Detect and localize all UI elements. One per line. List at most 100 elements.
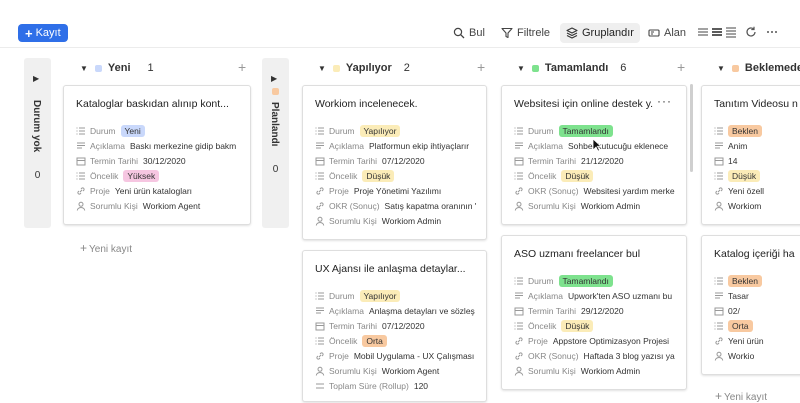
add-card-icon[interactable]: +	[477, 59, 485, 75]
field-row-durum: Durum Yeni	[76, 124, 145, 138]
link-icon	[715, 187, 723, 195]
record-card[interactable]: ASO uzmanı freelancer bul Durum Tamamlan…	[501, 235, 687, 390]
status-badge: Beklen	[728, 125, 762, 137]
column-title: Tamamlandı	[544, 62, 609, 74]
expand-arrow-icon[interactable]: ▶	[33, 74, 39, 83]
status-badge: Tamamlandı	[558, 125, 613, 137]
column-header-beklemede[interactable]: ▼ Beklemede	[717, 60, 800, 76]
status-color-dot	[272, 88, 279, 95]
field-row-aciklama: Açıklama Anlaşma detayları ve sözleş	[315, 304, 475, 318]
add-card-icon[interactable]: +	[238, 59, 246, 75]
field-value: Workio	[728, 351, 755, 361]
field-label: Açıklama	[90, 141, 125, 151]
column-header-yeni[interactable]: ▼ Yeni 1	[80, 60, 154, 76]
list-icon	[76, 127, 85, 135]
field-label: Sorumlu Kişi	[528, 366, 576, 376]
field-row-proje: Proje Mobil Uygulama - UX Çalışması	[315, 349, 474, 363]
card-more-icon[interactable]: ···	[657, 94, 672, 108]
column-count: 0	[34, 170, 41, 181]
collapse-caret-icon[interactable]: ▼	[517, 64, 525, 73]
more-options-icon[interactable]	[765, 25, 779, 39]
field-value: 120	[413, 381, 429, 391]
column-title: Planlandı	[269, 102, 280, 147]
card-title: Workiom incelenecek.	[315, 98, 418, 110]
field-label: Öncelik	[528, 321, 557, 331]
field-row-sorumlu: Sorumlu Kişi Workiom Agent	[76, 199, 200, 213]
field-label: Sorumlu Kişi	[329, 366, 377, 376]
filter-button[interactable]: Filtrele	[495, 23, 556, 43]
record-card[interactable]: UX Ajansı ile anlaşma detaylar... Durum …	[302, 250, 487, 402]
card-title: UX Ajansı ile anlaşma detaylar...	[315, 263, 466, 275]
field-value: Proje Yönetimi Yazılımı	[353, 186, 442, 196]
filter-icon	[501, 27, 513, 39]
field-row-termin: 02/	[714, 304, 740, 318]
row-height-tall-icon[interactable]	[724, 25, 738, 39]
link-icon	[316, 352, 324, 360]
record-card[interactable]: Tanıtım Videosu n Beklen Anim 14 Düşük Y…	[701, 85, 800, 225]
collapsed-column-planlandi[interactable]: ▶ Planlandı 0	[262, 58, 289, 228]
add-card-icon[interactable]: +	[677, 59, 685, 75]
refresh-icon[interactable]	[744, 25, 758, 39]
field-value: 29/12/2020	[581, 306, 624, 316]
priority-badge: Orta	[728, 320, 753, 332]
calendar-icon	[315, 157, 325, 166]
list-icon	[714, 172, 723, 180]
collapsed-column-durum-yok[interactable]: ▶ Durum yok 0	[24, 58, 51, 228]
status-color-dot	[94, 64, 102, 72]
card-title: Katalog içeriği ha	[714, 248, 795, 260]
search-icon	[453, 27, 465, 39]
collapse-caret-icon[interactable]: ▼	[717, 64, 725, 73]
list-icon	[315, 337, 324, 345]
field-label: Öncelik	[528, 171, 557, 181]
row-height-medium-icon[interactable]	[710, 25, 724, 39]
expand-arrow-icon[interactable]: ▶	[271, 74, 277, 83]
column-header-yapiliyor[interactable]: ▼ Yapılıyor 2	[318, 60, 410, 76]
field-value: Haftada 3 blog yazısı ya	[583, 351, 675, 361]
field-row-oncelik: Düşük	[714, 169, 761, 183]
record-card[interactable]: Kataloglar baskıdan alınıp kont... Durum…	[63, 85, 251, 225]
field-row-termin: Termin Tarihi 07/12/2020	[315, 319, 425, 333]
status-color-dot	[531, 64, 539, 72]
list-icon	[315, 127, 324, 135]
card-title: Websitesi için online destek y...	[514, 98, 654, 110]
new-record-link[interactable]: + Yeni kayıt	[80, 241, 132, 255]
field-row-termin: Termin Tarihi 30/12/2020	[76, 154, 186, 168]
list-icon	[315, 172, 324, 180]
search-button[interactable]: Bul	[447, 23, 491, 43]
fields-button[interactable]: Alan	[642, 23, 692, 43]
user-icon	[714, 351, 724, 361]
column-header-tamamlandi[interactable]: ▼ Tamamlandı 6	[517, 60, 626, 76]
column-title: Yapılıyor	[345, 62, 392, 74]
link-icon	[515, 337, 523, 345]
link-icon	[316, 187, 324, 195]
field-row-termin: Termin Tarihi 07/12/2020	[315, 154, 425, 168]
plus-icon: +	[25, 25, 33, 41]
field-row-aciklama: Açıklama Baskı merkezine gidip bakm	[76, 139, 236, 153]
field-row-sorumlu: Sorumlu Kişi Workiom Admin	[514, 199, 640, 213]
field-row-proje: Proje Appstore Optimizasyon Projesi	[514, 334, 669, 348]
row-height-short-icon[interactable]	[696, 25, 710, 39]
column-scrollbar[interactable]	[690, 84, 693, 172]
column-title: Beklemede	[744, 62, 800, 74]
rollup-icon	[316, 383, 324, 389]
field-value: Websitesi yardım merke	[583, 186, 675, 196]
field-value: Anlaşma detayları ve sözleş	[368, 306, 475, 316]
collapse-caret-icon[interactable]: ▼	[80, 64, 88, 73]
field-value: Workiom	[728, 201, 762, 211]
record-card[interactable]: Workiom incelenecek. Durum Yapılıyor Açı…	[302, 85, 487, 240]
record-card[interactable]: Websitesi için online destek y... ··· Du…	[501, 85, 687, 225]
new-record-button[interactable]: + Kayıt	[18, 24, 68, 42]
toolbar: + Kayıt Bul Filtrele Gruplandır Alan	[0, 0, 800, 48]
new-record-link[interactable]: + Yeni kayıt	[715, 389, 767, 403]
link-icon	[515, 187, 523, 195]
collapse-caret-icon[interactable]: ▼	[318, 64, 326, 73]
link-icon	[715, 337, 723, 345]
field-row-okr: OKR (Sonuç) Satış kapatma oranının '	[315, 199, 476, 213]
record-card[interactable]: Katalog içeriği ha Beklen Tasar 02/ Orta…	[701, 235, 800, 375]
text-icon	[515, 292, 523, 299]
group-button[interactable]: Gruplandır	[560, 23, 640, 43]
field-row-oncelik: Öncelik Düşük	[514, 319, 594, 333]
calendar-icon	[714, 307, 724, 316]
list-icon	[315, 292, 324, 300]
fields-icon	[648, 29, 660, 37]
